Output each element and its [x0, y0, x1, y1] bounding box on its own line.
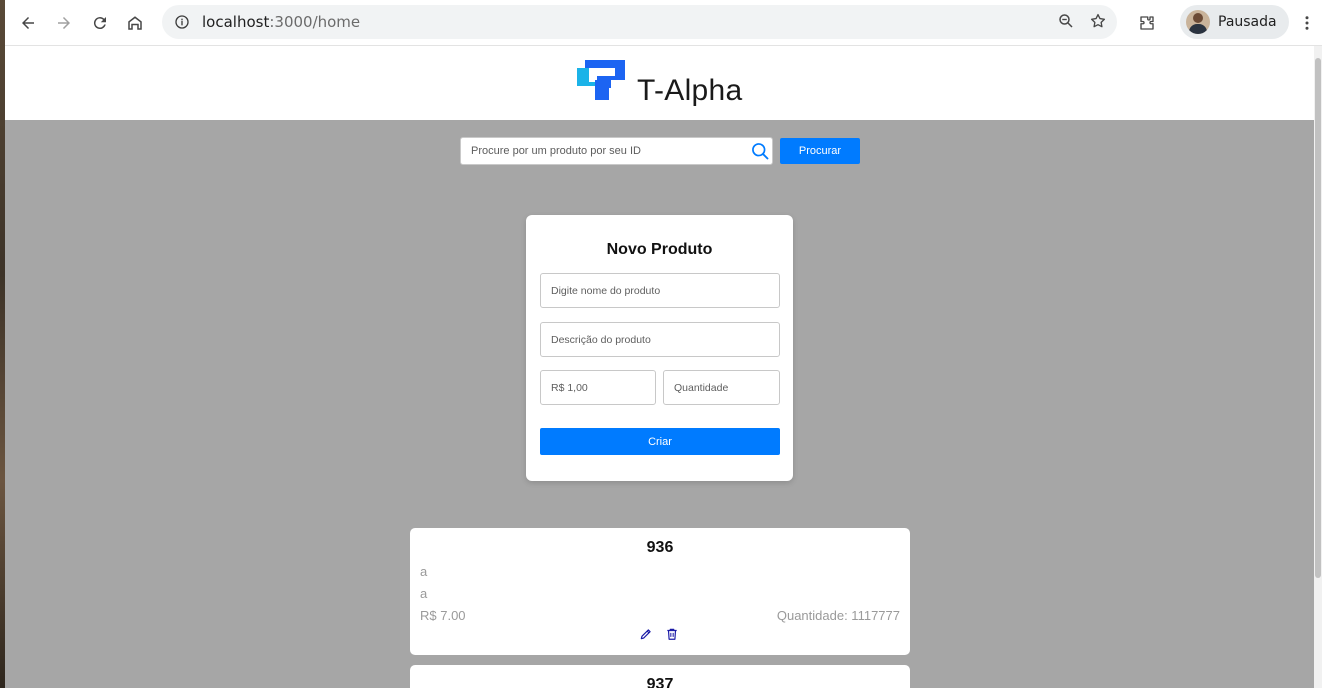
url-path: :3000/home	[269, 13, 361, 31]
product-id: 937	[646, 676, 674, 688]
search-icon[interactable]	[750, 141, 770, 161]
scrollbar-thumb[interactable]	[1315, 58, 1321, 578]
product-name: a	[420, 564, 428, 579]
page-scrollbar[interactable]	[1314, 46, 1322, 688]
search-box	[460, 137, 773, 165]
url-host: localhost	[202, 13, 270, 31]
product-quantity: Quantidade: 1117777	[776, 608, 900, 623]
site-header: T-Alpha	[5, 46, 1314, 120]
puzzle-icon	[1140, 16, 1154, 30]
zoom-icon[interactable]	[1057, 12, 1075, 30]
reload-button[interactable]	[85, 8, 115, 38]
search-input[interactable]	[461, 138, 741, 164]
product-id: 936	[646, 539, 674, 556]
kebab-menu-icon	[1305, 16, 1309, 30]
product-price-field[interactable]	[540, 370, 656, 405]
edit-pencil-icon[interactable]	[639, 627, 653, 641]
delete-trash-icon[interactable]	[665, 627, 679, 641]
forward-button[interactable]	[49, 8, 79, 38]
back-button[interactable]	[13, 8, 43, 38]
search-button[interactable]: Procurar	[780, 138, 860, 164]
bookmark-star-icon[interactable]	[1089, 12, 1107, 30]
site-info-icon[interactable]	[174, 14, 190, 30]
page-viewport: T-Alpha Procurar Novo Produto Criar 936 …	[5, 46, 1314, 688]
browser-menu-button[interactable]	[1297, 8, 1317, 38]
home-icon	[128, 16, 142, 30]
address-bar[interactable]: localhost:3000/home	[162, 5, 1117, 39]
form-title: Novo Produto	[606, 241, 713, 258]
arrow-right-icon	[58, 17, 70, 29]
profile-button[interactable]: Pausada	[1180, 5, 1289, 39]
product-quantity-field[interactable]	[663, 370, 780, 405]
product-card: 937	[410, 665, 910, 688]
product-actions	[639, 627, 679, 641]
product-description-field[interactable]	[540, 322, 780, 357]
arrow-left-icon	[22, 17, 34, 29]
create-button[interactable]: Criar	[540, 428, 780, 455]
t-alpha-logo	[577, 60, 625, 100]
product-price: R$ 7.00	[420, 608, 466, 623]
extensions-button[interactable]	[1132, 8, 1162, 38]
product-name-field[interactable]	[540, 273, 780, 308]
product-card: 936 a a R$ 7.00 Quantidade: 1117777	[410, 528, 910, 655]
avatar	[1186, 10, 1210, 34]
url-text: localhost:3000/home	[202, 13, 360, 31]
home-button[interactable]	[120, 8, 150, 38]
reload-icon	[93, 17, 106, 30]
product-description: a	[420, 586, 428, 601]
profile-name: Pausada	[1218, 14, 1277, 30]
brand-name: T-Alpha	[637, 74, 743, 107]
new-product-card: Novo Produto Criar	[526, 215, 793, 481]
browser-toolbar: localhost:3000/home Pausada	[5, 0, 1322, 46]
